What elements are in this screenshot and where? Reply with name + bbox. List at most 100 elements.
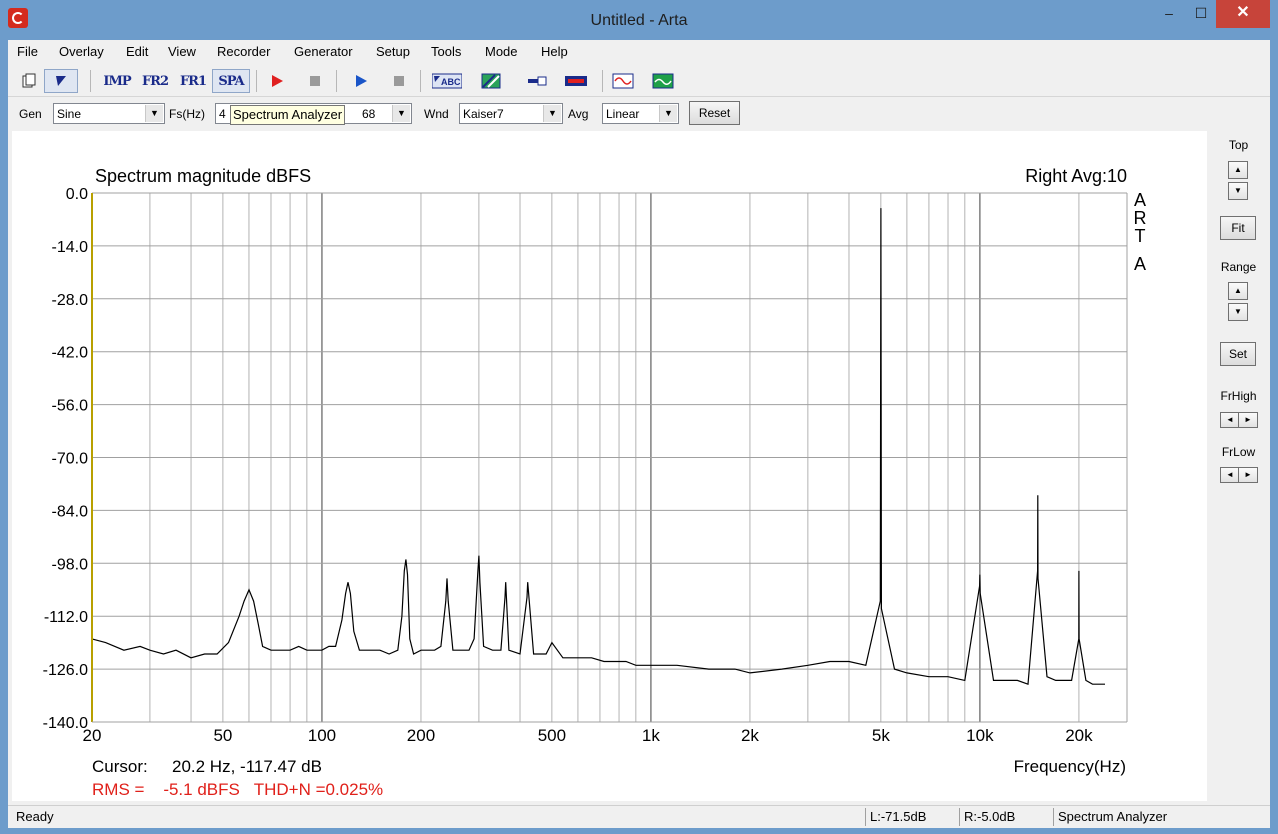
imp-label: IMP: [103, 73, 131, 89]
window-value: Kaiser7: [463, 107, 504, 121]
x-tick-label: 500: [538, 726, 566, 745]
fr2-label: FR2: [141, 73, 169, 89]
cursor-value: 20.2 Hz, -117.47 dB: [172, 757, 322, 776]
status-ready: Ready: [16, 809, 54, 824]
chart-title: Spectrum magnitude dBFS: [95, 166, 311, 186]
spectrum-chart[interactable]: 0.0 -14.0 -28.0 -42.0 -56.0 -70.0 -84.0 -98.0 -1…: [12, 131, 1207, 801]
wnd-label: Wnd: [424, 107, 449, 121]
status-left-level: L:-71.5dB: [865, 808, 957, 826]
range-up-button[interactable]: ▲: [1228, 282, 1248, 300]
menu-setup[interactable]: Setup: [376, 44, 410, 59]
menu-help[interactable]: Help: [541, 44, 568, 59]
x-tick-label: 5k: [872, 726, 890, 745]
generator-value: Sine: [57, 107, 82, 121]
menu-tools[interactable]: Tools: [431, 44, 461, 59]
frhigh-right-button[interactable]: ►: [1238, 412, 1258, 428]
toolbar: IMP FR2 FR1 SPA ABC: [8, 66, 1270, 97]
menu-file[interactable]: File: [17, 44, 38, 59]
minimize-button[interactable]: –: [1152, 0, 1186, 28]
y-tick-label: -98.0: [52, 556, 89, 573]
frlow-left-button[interactable]: ◄: [1220, 467, 1240, 483]
hatch-icon[interactable]: [480, 69, 502, 93]
plot-area[interactable]: 0.0 -14.0 -28.0 -42.0 -56.0 -70.0 -84.0 -98.0 -1…: [12, 131, 1207, 801]
top-down-button[interactable]: ▼: [1228, 182, 1248, 200]
gen-label: Gen: [19, 107, 42, 121]
chevron-down-icon[interactable]: ▼: [543, 105, 561, 122]
menu-generator[interactable]: Generator: [294, 44, 353, 59]
scope-icon[interactable]: [652, 69, 674, 93]
y-tick-label: 0.0: [66, 186, 88, 203]
menu-bar: File Overlay Edit View Recorder Generato…: [8, 40, 1270, 64]
set-button[interactable]: Set: [1220, 342, 1256, 366]
chevron-down-icon[interactable]: ▼: [659, 105, 677, 122]
new-document-icon[interactable]: [18, 69, 40, 93]
top-up-button[interactable]: ▲: [1228, 161, 1248, 179]
pointer-icon[interactable]: [44, 69, 78, 93]
arta-logo-letter: A: [1134, 190, 1146, 210]
window-title: Untitled - Arta: [590, 12, 688, 29]
menu-mode[interactable]: Mode: [485, 44, 518, 59]
probe-icon[interactable]: [526, 69, 548, 93]
sample-rate-value-prefix: 4: [219, 107, 226, 121]
sine-icon[interactable]: [612, 69, 634, 93]
chevron-down-icon[interactable]: ▼: [392, 105, 410, 122]
fit-button[interactable]: Fit: [1220, 216, 1256, 240]
abc-icon-label: ABC: [441, 77, 461, 87]
status-bar: Ready L:-71.5dB R:-5.0dB Spectrum Analyz…: [8, 805, 1270, 828]
rms-readout: RMS = -5.1 dBFS THD+N =0.025%: [92, 780, 383, 799]
top-label: Top: [1228, 138, 1249, 152]
arta-logo-letter: R: [1134, 208, 1147, 228]
cursor-label: Cursor:: [92, 757, 148, 776]
x-tick-label: 200: [407, 726, 435, 745]
record-icon[interactable]: [266, 69, 288, 93]
range-down-button[interactable]: ▼: [1228, 303, 1248, 321]
maximize-button[interactable]: ☐: [1186, 0, 1216, 28]
y-tick-label: -112.0: [44, 609, 88, 626]
spa-label: SPA: [218, 73, 244, 89]
window-frame-left: [0, 40, 8, 834]
range-label: Range: [1220, 260, 1257, 274]
close-button[interactable]: ✕: [1216, 0, 1270, 28]
x-tick-label: 100: [308, 726, 336, 745]
x-axis-label: Frequency(Hz): [1014, 757, 1126, 776]
frlow-label: FrLow: [1221, 445, 1256, 459]
window-frame-bottom: [0, 827, 1278, 834]
menu-view[interactable]: View: [168, 44, 196, 59]
fr1-label: FR1: [179, 73, 207, 89]
reset-button[interactable]: Reset: [689, 101, 740, 125]
y-tick-label: -70.0: [52, 451, 89, 468]
menu-edit[interactable]: Edit: [126, 44, 148, 59]
frhigh-label: FrHigh: [1220, 389, 1257, 403]
stop-icon[interactable]: [304, 69, 326, 93]
fr2-mode-button[interactable]: FR2: [138, 69, 172, 93]
window-frame-right: [1270, 40, 1278, 834]
chevron-down-icon[interactable]: ▼: [145, 105, 163, 122]
x-tick-label: 2k: [741, 726, 759, 745]
x-tick-label: 20k: [1065, 726, 1093, 745]
meter-icon[interactable]: [564, 69, 588, 93]
averaging-select[interactable]: Linear ▼: [602, 103, 679, 124]
title-bar: Untitled - Arta – ☐ ✕: [0, 0, 1278, 40]
x-tick-label: 10k: [966, 726, 994, 745]
avg-label: Avg: [568, 107, 589, 121]
window-select[interactable]: Kaiser7 ▼: [459, 103, 563, 124]
fr1-mode-button[interactable]: FR1: [176, 69, 210, 93]
menu-overlay[interactable]: Overlay: [59, 44, 104, 59]
y-tick-label: -14.0: [52, 239, 89, 256]
y-tick-label: -56.0: [52, 398, 89, 415]
frlow-right-button[interactable]: ►: [1238, 467, 1258, 483]
frhigh-left-button[interactable]: ◄: [1220, 412, 1240, 428]
arta-logo-letter: T: [1135, 226, 1146, 246]
impulse-mode-button[interactable]: IMP: [100, 69, 134, 93]
play-icon[interactable]: [350, 69, 372, 93]
y-tick-label: -42.0: [52, 345, 89, 362]
generator-select[interactable]: Sine ▼: [53, 103, 165, 124]
menu-recorder[interactable]: Recorder: [217, 44, 270, 59]
status-right-level: R:-5.0dB: [959, 808, 1051, 826]
stop-generator-icon[interactable]: [388, 69, 410, 93]
averaging-value: Linear: [606, 107, 640, 121]
abc-icon[interactable]: ABC: [430, 69, 464, 93]
spa-mode-button[interactable]: SPA: [212, 69, 250, 93]
y-tick-label: -140.0: [43, 715, 88, 732]
arta-logo-letter: A: [1134, 254, 1146, 274]
